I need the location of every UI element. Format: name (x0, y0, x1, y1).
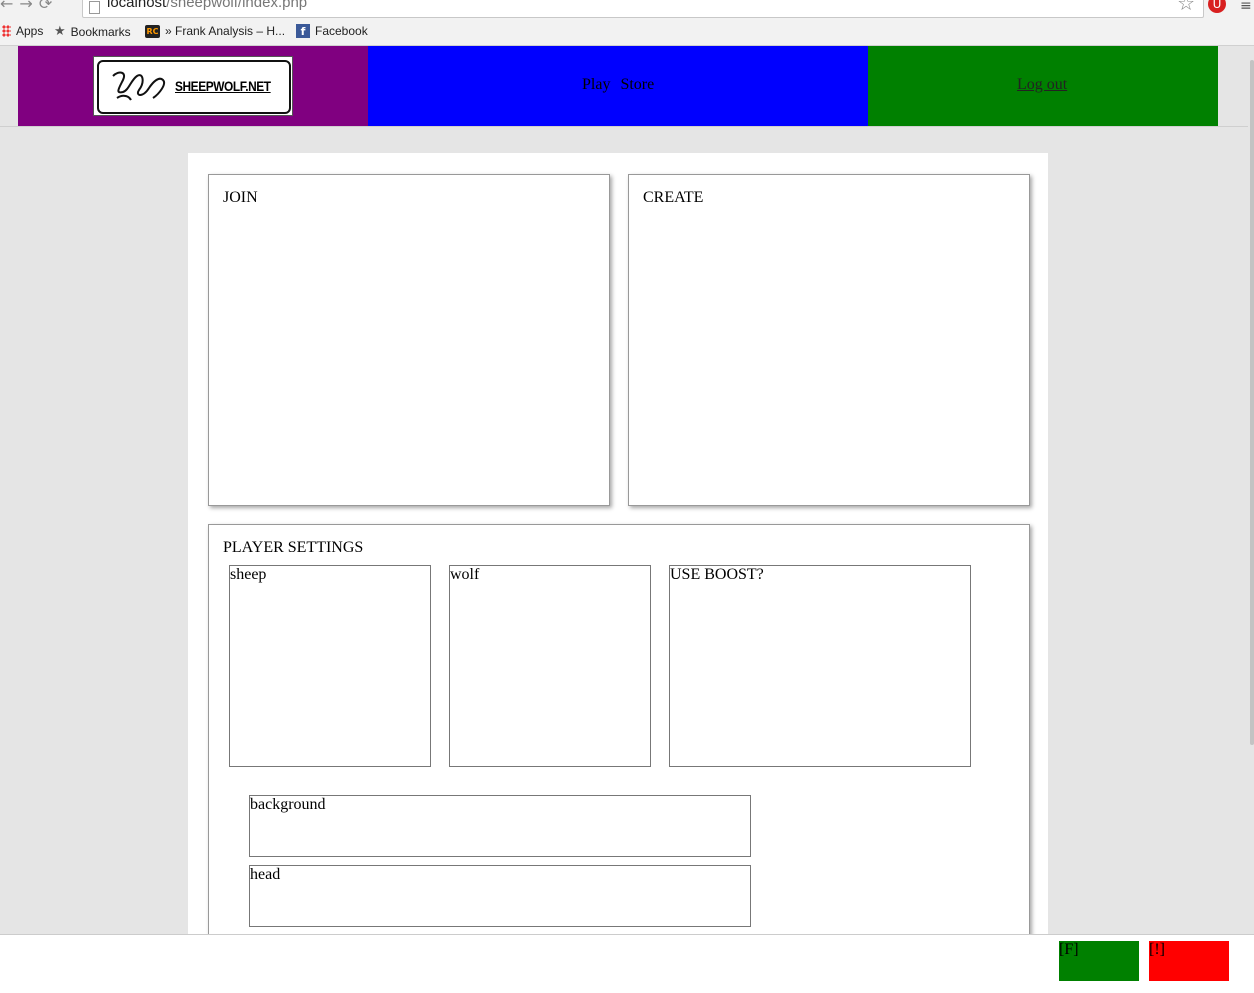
bookmark-label: Apps (16, 24, 44, 38)
header-logo-section: SHEEPWOLF.NET (18, 46, 368, 126)
facebook-icon: f (296, 24, 310, 38)
logo-text: SHEEPWOLF.NET (175, 78, 271, 94)
alert-button[interactable]: [!] (1149, 941, 1229, 981)
background-label: background (250, 796, 326, 813)
page-icon (89, 1, 100, 14)
logo-mark-icon (112, 71, 165, 101)
player-settings-panel: PLAYER SETTINGS sheep wolf USE BOOST? ba… (208, 524, 1030, 956)
create-title: CREATE (643, 189, 704, 206)
scrollbar-thumb[interactable] (1250, 60, 1254, 745)
star-icon: ★ (54, 24, 66, 39)
create-panel: CREATE (628, 174, 1030, 506)
url-text: localhost/sheepwolf/index.php (107, 0, 308, 11)
logo[interactable]: SHEEPWOLF.NET (93, 56, 293, 116)
bookmark-bookmarks[interactable]: ★ Bookmarks (54, 24, 131, 39)
player-settings-title: PLAYER SETTINGS (223, 539, 364, 556)
logo-frame: SHEEPWOLF.NET (97, 60, 291, 114)
nav-play-link[interactable]: Play (582, 76, 610, 93)
bookmarks-bar: Apps ★ Bookmarks RC » Frank Analysis – H… (0, 18, 1254, 46)
site-header: SHEEPWOLF.NET Play Store Log out (18, 46, 1218, 126)
bookmark-star-icon[interactable]: ☆ (1177, 0, 1195, 15)
apps-icon (2, 25, 11, 37)
site-favicon: RC (145, 24, 160, 38)
header-nav-section: Play Store (368, 46, 868, 126)
main-content: JOIN CREATE PLAYER SETTINGS sheep wolf U… (188, 153, 1048, 956)
header-divider (0, 126, 1254, 127)
bookmark-frank-analysis[interactable]: RC » Frank Analysis – H... (145, 24, 285, 38)
join-panel: JOIN (208, 174, 610, 506)
wolf-option[interactable]: wolf (449, 565, 651, 767)
extension-icon[interactable]: U (1208, 0, 1226, 13)
logout-link[interactable]: Log out (1017, 76, 1067, 94)
nav-links: Play Store (582, 76, 660, 94)
menu-icon[interactable]: ≡ (1240, 0, 1254, 14)
bookmark-apps[interactable]: Apps (2, 24, 43, 38)
bookmark-facebook[interactable]: f Facebook (296, 24, 368, 38)
head-label: head (250, 866, 281, 883)
sheep-label: sheep (230, 566, 267, 583)
wolf-label: wolf (450, 566, 480, 583)
join-title: JOIN (223, 189, 258, 206)
bookmark-label: Facebook (315, 24, 368, 38)
address-bar[interactable]: localhost/sheepwolf/index.php ☆ (82, 0, 1204, 18)
sheep-option[interactable]: sheep (229, 565, 431, 767)
bookmark-label: Bookmarks (70, 24, 131, 39)
nav-store-link[interactable]: Store (620, 76, 654, 93)
use-boost-label: USE BOOST? (670, 566, 764, 583)
head-option[interactable]: head (249, 865, 751, 927)
bottom-bar: [F] [!] (0, 934, 1254, 993)
bookmark-label: » Frank Analysis – H... (165, 24, 286, 38)
header-logout-section: Log out (868, 46, 1218, 126)
browser-toolbar: ←→⟳ localhost/sheepwolf/index.php ☆ U ≡ (0, 0, 1254, 18)
use-boost-option[interactable]: USE BOOST? (669, 565, 971, 767)
f-button[interactable]: [F] (1059, 941, 1139, 981)
browser-nav-icons[interactable]: ←→⟳ (0, 0, 58, 13)
background-option[interactable]: background (249, 795, 751, 857)
